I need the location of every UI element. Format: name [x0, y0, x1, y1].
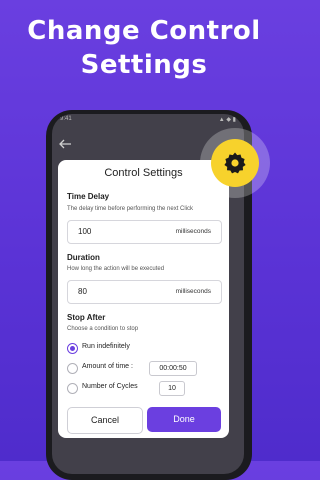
duration-description: How long the action will be executed [67, 266, 165, 272]
headline-line2: Settings [80, 50, 208, 80]
status-icons: ▲ ◆ ▮ [218, 117, 236, 123]
cancel-button[interactable]: Cancel [67, 407, 143, 434]
gear-icon [224, 152, 246, 174]
stop-after-title: Stop After [67, 313, 106, 322]
time-delay-unit: milliseconds [175, 228, 211, 235]
option-run-indefinitely[interactable]: Run indefinitely [67, 342, 217, 356]
option-label: Amount of time : [82, 363, 133, 370]
number-of-cycles-input[interactable]: 10 [159, 381, 185, 396]
duration-value: 80 [78, 287, 87, 296]
headline: Change Control Settings [0, 14, 288, 82]
control-settings-dialog: Control Settings Time Delay The delay ti… [58, 160, 229, 438]
duration-unit: milliseconds [175, 288, 211, 295]
time-delay-description: The delay time before performing the nex… [67, 206, 194, 212]
option-amount-of-time[interactable]: Amount of time : 00:00:50 [67, 361, 217, 376]
done-button[interactable]: Done [147, 407, 221, 432]
option-label: Number of Cycles [82, 383, 138, 390]
option-number-of-cycles[interactable]: Number of Cycles 10 [67, 381, 217, 396]
amount-of-time-input[interactable]: 00:00:50 [149, 361, 197, 376]
radio-amount-of-time[interactable] [67, 363, 78, 374]
arrow-left-icon[interactable] [58, 136, 72, 152]
duration-input[interactable]: 80 milliseconds [67, 280, 222, 304]
radio-number-of-cycles[interactable] [67, 383, 78, 394]
gear-badge [211, 139, 259, 187]
status-bar: 9:41 ▲ ◆ ▮ [60, 116, 236, 126]
headline-line1: Change Control [27, 16, 261, 46]
time-delay-value: 100 [78, 227, 92, 236]
status-time: 9:41 [60, 116, 72, 122]
time-delay-input[interactable]: 100 milliseconds [67, 220, 222, 244]
time-delay-title: Time Delay [67, 192, 110, 201]
option-label: Run indefinitely [82, 343, 130, 350]
radio-run-indefinitely[interactable] [67, 343, 78, 354]
stop-after-description: Choose a condition to stop [67, 326, 139, 332]
duration-title: Duration [67, 253, 100, 262]
